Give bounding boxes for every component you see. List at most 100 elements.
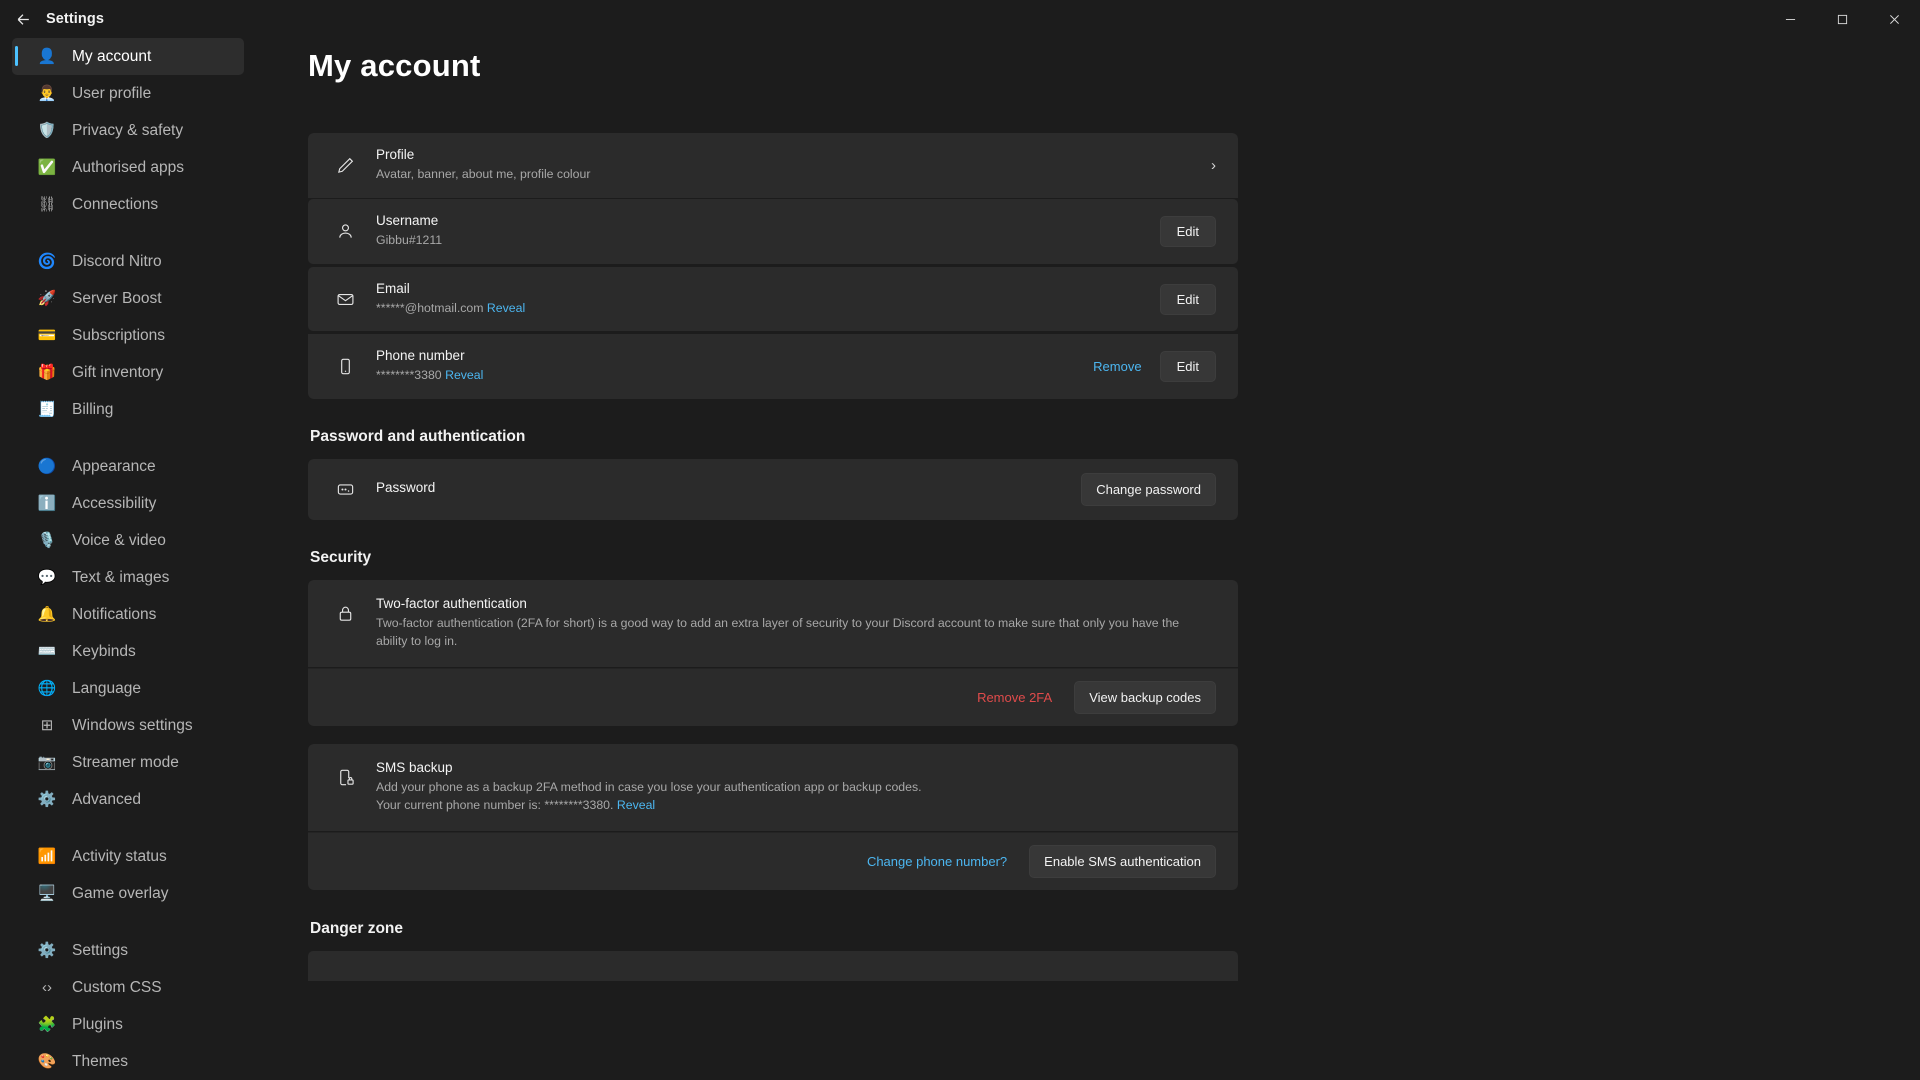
windows-logo-icon: ⊞ — [40, 717, 54, 734]
sidebar-item-label: Authorised apps — [72, 158, 185, 176]
credit-card-emoji: 💳 — [37, 327, 57, 344]
billing-emoji: 🧾 — [37, 401, 57, 418]
sidebar-item-label: Settings — [72, 941, 129, 959]
sidebar-item-server-boost[interactable]: 🚀 Server Boost — [12, 280, 244, 317]
sidebar-item-label: Notifications — [72, 605, 157, 623]
pencil-icon — [328, 156, 362, 175]
username-row: Username Gibbu#1211 Edit — [308, 198, 1238, 264]
settings-content: My account Profile Avatar, banner, about… — [256, 38, 1920, 1080]
sidebar-item-voice-video[interactable]: 🎙️ Voice & video — [12, 522, 244, 559]
sidebar-item-label: Game overlay — [72, 884, 169, 902]
password-title: Password — [376, 480, 436, 496]
sidebar-item-game-overlay[interactable]: 🖥️ Game overlay — [12, 875, 244, 912]
phone-title: Phone number — [376, 348, 465, 364]
sms-backup-reveal-link[interactable]: Reveal — [617, 798, 655, 812]
two-factor-actions: Remove 2FA View backup codes — [308, 667, 1238, 726]
phone-remove-button[interactable]: Remove — [1093, 359, 1141, 374]
sidebar-item-language[interactable]: 🌐 Language — [12, 670, 244, 707]
enable-sms-authentication-button[interactable]: Enable SMS authentication — [1029, 844, 1216, 878]
change-password-button[interactable]: Change password — [1081, 473, 1216, 507]
rocket-emoji: 🚀 — [37, 290, 57, 307]
sidebar-item-text-images[interactable]: 💬 Text & images — [12, 559, 244, 596]
phone-value: ********3380 — [376, 368, 442, 383]
phone-edit-button[interactable]: Edit — [1159, 351, 1216, 383]
sidebar-item-label: Keybinds — [72, 642, 136, 660]
check-circle-emoji: ✅ — [37, 159, 57, 176]
sidebar-item-activity-status[interactable]: 📶 Activity status — [12, 838, 244, 875]
sidebar-item-label: Subscriptions — [72, 326, 166, 344]
sidebar-item-label: Server Boost — [72, 289, 162, 307]
phone-reveal-link[interactable]: Reveal — [445, 368, 483, 382]
sidebar-item-accessibility[interactable]: ℹ️ Accessibility — [12, 485, 244, 522]
window-titlebar: Settings — [0, 0, 1920, 38]
sidebar-item-label: Activity status — [72, 847, 167, 865]
profile-subtitle: Avatar, banner, about me, profile colour — [376, 167, 591, 181]
sidebar-item-billing[interactable]: 🧾 Billing — [12, 391, 244, 428]
sidebar-item-subscriptions[interactable]: 💳 Subscriptions — [12, 317, 244, 354]
username-edit-button[interactable]: Edit — [1159, 215, 1216, 247]
settings-sidebar: 👤 My account 👨‍💼 User profile 🛡️ Privacy & sa… — [0, 38, 256, 1080]
person-blue-emoji: 👤 — [37, 48, 57, 65]
sidebar-item-streamer-mode[interactable]: 📷 Streamer mode — [12, 744, 244, 781]
plugins-puzzle-emoji: 🧩 — [37, 1016, 57, 1033]
sidebar-item-settings[interactable]: ⚙️ Settings — [12, 932, 244, 969]
sidebar-item-label: My account — [72, 47, 152, 65]
sidebar-item-custom-css[interactable]: ‹› Custom CSS — [12, 969, 244, 1006]
phone-icon — [328, 357, 362, 376]
sidebar-item-themes[interactable]: 🎨 Themes — [12, 1043, 244, 1080]
sidebar-item-label: Themes — [72, 1052, 128, 1070]
user-profile-emoji: 👨‍💼 — [37, 85, 57, 102]
bell-emoji: 🔔 — [37, 606, 57, 623]
phone-value-wrap: ********3380 Reveal — [376, 367, 1073, 385]
language-translate-emoji: 🌐 — [37, 680, 57, 697]
minimize-icon — [1785, 18, 1795, 20]
email-edit-button[interactable]: Edit — [1159, 283, 1216, 315]
maximize-button[interactable] — [1816, 0, 1868, 38]
sidebar-item-keybinds[interactable]: ⌨️ Keybinds — [12, 633, 244, 670]
two-factor-card-group: Two-factor authentication Two-factor aut… — [308, 580, 1238, 726]
text-images-emoji: 💬 — [37, 569, 57, 586]
lock-icon — [328, 604, 362, 623]
profile-row[interactable]: Profile Avatar, banner, about me, profil… — [308, 133, 1238, 198]
back-button[interactable] — [0, 0, 46, 38]
sidebar-item-privacy-safety[interactable]: 🛡️ Privacy & safety — [12, 112, 244, 149]
view-backup-codes-button[interactable]: View backup codes — [1074, 680, 1216, 714]
sms-backup-phone-text: Your current phone number is: ********33… — [376, 797, 614, 812]
window-title: Settings — [46, 11, 104, 27]
sidebar-item-discord-nitro[interactable]: 🌀 Discord Nitro — [12, 243, 244, 280]
sidebar-group-divider — [12, 428, 244, 448]
email-title: Email — [376, 280, 410, 296]
profile-title: Profile — [376, 147, 415, 162]
password-section-heading: Password and authentication — [310, 428, 526, 446]
username-title: Username — [376, 212, 439, 228]
sidebar-item-gift-inventory[interactable]: 🎁 Gift inventory — [12, 354, 244, 391]
email-reveal-link[interactable]: Reveal — [487, 301, 525, 315]
maximize-icon — [1837, 14, 1847, 24]
danger-zone-heading: Danger zone — [310, 919, 404, 937]
sidebar-item-label: Plugins — [72, 1015, 123, 1033]
sms-backup-card-group: SMS backup Add your phone as a backup 2F… — [308, 743, 1238, 890]
password-dots-icon — [328, 480, 362, 499]
microphone-emoji: 🎙️ — [37, 532, 57, 549]
remove-2fa-button[interactable]: Remove 2FA — [977, 690, 1052, 705]
sidebar-item-notifications[interactable]: 🔔 Notifications — [12, 596, 244, 633]
minimize-button[interactable] — [1764, 0, 1816, 38]
sidebar-item-connections[interactable]: ⛓ Connections — [12, 186, 244, 223]
sidebar-item-advanced[interactable]: ⚙️ Advanced — [12, 781, 244, 818]
change-phone-number-button[interactable]: Change phone number? — [867, 854, 1007, 869]
sidebar-item-windows-settings[interactable]: ⊞ Windows settings — [12, 707, 244, 744]
accessibility-emoji: ℹ️ — [37, 495, 57, 512]
sidebar-item-authorised-apps[interactable]: ✅ Authorised apps — [12, 149, 244, 186]
sidebar-item-my-account[interactable]: 👤 My account — [12, 38, 244, 75]
phone-row: Phone number ********3380 Reveal Remove … — [308, 334, 1238, 400]
close-button[interactable] — [1868, 0, 1920, 38]
email-row: Email ******@hotmail.com Reveal Edit — [308, 266, 1238, 332]
sidebar-item-label: Language — [72, 679, 141, 697]
sms-backup-description-1: Add your phone as a backup 2FA method in… — [376, 779, 922, 794]
sidebar-item-plugins[interactable]: 🧩 Plugins — [12, 1006, 244, 1043]
person-outline-icon — [328, 222, 362, 241]
sidebar-item-appearance[interactable]: 🔵 Appearance — [12, 448, 244, 485]
sidebar-item-user-profile[interactable]: 👨‍💼 User profile — [12, 75, 244, 112]
account-card-group: Profile Avatar, banner, about me, profil… — [308, 133, 1238, 400]
app-shell: 👤 My account 👨‍💼 User profile 🛡️ Privacy & sa… — [0, 38, 1920, 1080]
